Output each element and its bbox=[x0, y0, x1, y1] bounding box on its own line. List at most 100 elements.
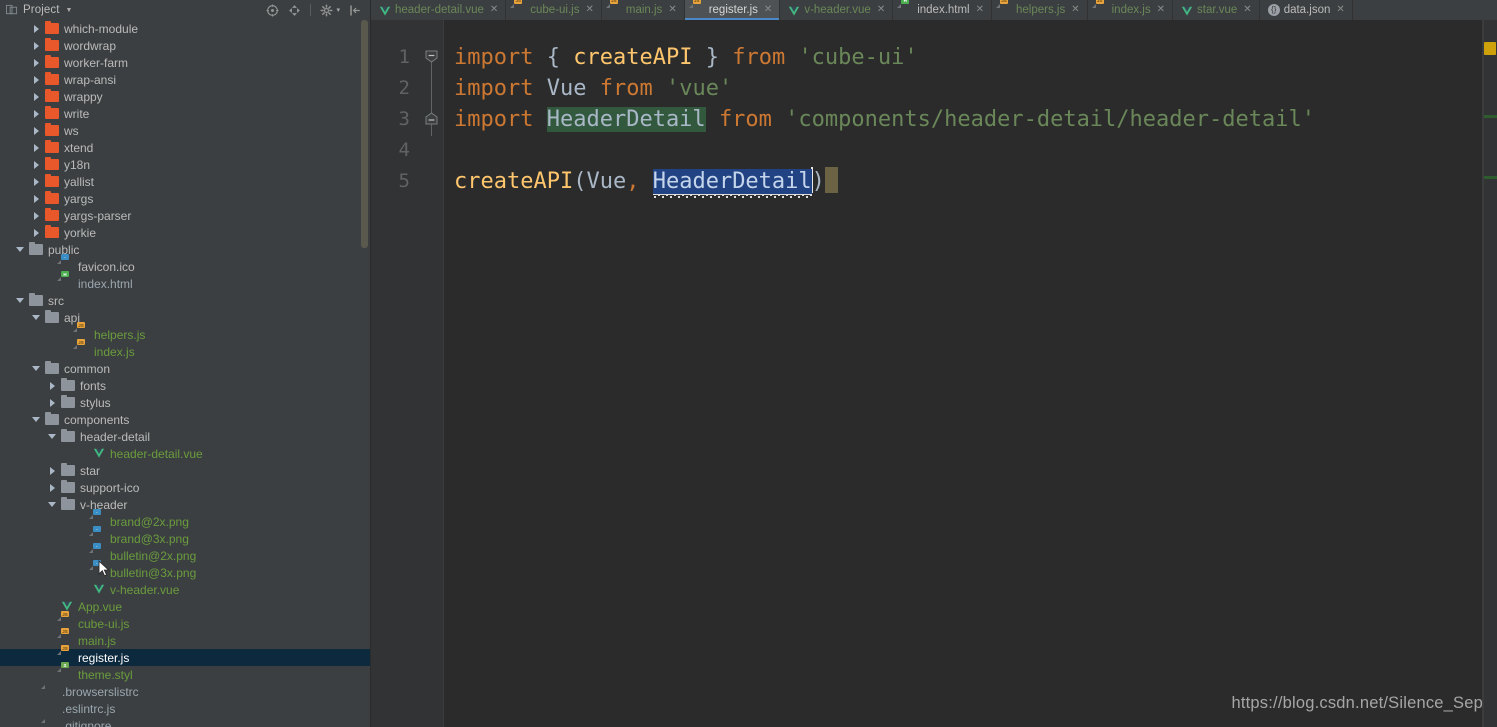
tree-row[interactable]: y18n bbox=[0, 156, 370, 173]
code-line[interactable]: createAPI(Vue, HeaderDetail) bbox=[444, 166, 1497, 198]
tab-close-icon[interactable]: ✕ bbox=[764, 5, 772, 15]
locate-icon[interactable] bbox=[266, 4, 279, 17]
chevron-right-icon[interactable] bbox=[32, 41, 41, 50]
chevron-down-icon[interactable] bbox=[48, 500, 57, 509]
chevron-right-icon[interactable] bbox=[32, 58, 41, 67]
tree-row[interactable]: write bbox=[0, 105, 370, 122]
tree-row[interactable]: xtend bbox=[0, 139, 370, 156]
tab-close-icon[interactable]: ✕ bbox=[1243, 5, 1251, 15]
tab-close-icon[interactable]: ✕ bbox=[668, 5, 676, 15]
tree-row[interactable]: v-header bbox=[0, 496, 370, 513]
tree-row[interactable]: wrap-ansi bbox=[0, 71, 370, 88]
change-marker[interactable] bbox=[1484, 115, 1497, 118]
chevron-right-icon[interactable] bbox=[48, 483, 57, 492]
tab-helpers-js[interactable]: JS helpers.js ✕ bbox=[992, 0, 1088, 20]
project-tree-panel[interactable]: which-module wordwrap worker-farm wrap-ansi… bbox=[0, 20, 371, 727]
tree-row[interactable]: yargs-parser bbox=[0, 207, 370, 224]
chevron-right-icon[interactable] bbox=[32, 75, 41, 84]
tree-row[interactable]: ·favicon.ico bbox=[0, 254, 370, 275]
tree-row[interactable]: JSregister.js bbox=[0, 645, 370, 666]
chevron-down-icon[interactable] bbox=[16, 245, 25, 254]
tab-close-icon[interactable]: ✕ bbox=[490, 5, 498, 15]
tree-row[interactable]: components bbox=[0, 411, 370, 428]
tree-row[interactable]: .eslintrc.js bbox=[0, 700, 370, 717]
code-line[interactable]: import { createAPI } from 'cube-ui' bbox=[444, 42, 1497, 73]
tree-row[interactable]: ·brand@3x.png bbox=[0, 526, 370, 547]
tree-row[interactable]: star bbox=[0, 462, 370, 479]
tree-row[interactable]: stylus bbox=[0, 394, 370, 411]
chevron-right-icon[interactable] bbox=[32, 126, 41, 135]
chevron-down-icon[interactable]: ▼ bbox=[66, 7, 73, 14]
editor-gutter[interactable]: 12345 bbox=[371, 20, 444, 727]
tab-close-icon[interactable]: ✕ bbox=[1157, 5, 1165, 15]
code-line[interactable]: import Vue from 'vue' bbox=[444, 73, 1497, 104]
gear-icon[interactable] bbox=[320, 3, 334, 17]
tab-v-header-vue[interactable]: v-header.vue ✕ bbox=[780, 0, 894, 20]
editor-marker-strip[interactable] bbox=[1483, 20, 1497, 727]
tree-row[interactable]: ·brand@2x.png bbox=[0, 509, 370, 530]
chevron-down-icon[interactable] bbox=[32, 364, 41, 373]
project-file-tree[interactable]: which-module wordwrap worker-farm wrap-ansi… bbox=[0, 20, 370, 727]
chevron-down-icon[interactable] bbox=[48, 432, 57, 441]
tab-index-js[interactable]: JSindex.js ✕ bbox=[1087, 0, 1174, 20]
tree-row[interactable]: header-detail bbox=[0, 428, 370, 445]
sidebar-scrollbar[interactable] bbox=[361, 20, 368, 727]
tree-row[interactable]: ws bbox=[0, 122, 370, 139]
tab-star-vue[interactable]: star.vue ✕ bbox=[1173, 0, 1260, 20]
tab-cube-ui-js[interactable]: JS cube-ui.js ✕ bbox=[506, 0, 602, 20]
tree-row[interactable]: yallist bbox=[0, 173, 370, 190]
tab-register-js[interactable]: JSregister.js ✕ bbox=[684, 0, 781, 20]
chevron-right-icon[interactable] bbox=[32, 109, 41, 118]
code-line[interactable]: import HeaderDetail from 'components/hea… bbox=[444, 104, 1497, 135]
tree-row[interactable]: common bbox=[0, 360, 370, 377]
chevron-right-icon[interactable] bbox=[32, 228, 41, 237]
tree-row[interactable]: ·bulletin@2x.png bbox=[0, 543, 370, 564]
chevron-right-icon[interactable] bbox=[32, 143, 41, 152]
tree-row[interactable]: public bbox=[0, 241, 370, 258]
tab-close-icon[interactable]: ✕ bbox=[585, 5, 593, 15]
sidebar-scrollbar-thumb[interactable] bbox=[361, 20, 368, 248]
tab-close-icon[interactable]: ✕ bbox=[976, 5, 984, 15]
tree-row[interactable]: .browserslistrc bbox=[0, 683, 370, 700]
tree-row[interactable]: worker-farm bbox=[0, 54, 370, 71]
code-text-area[interactable]: import { createAPI } from 'cube-ui' impor… bbox=[444, 20, 1497, 727]
tab-data-json[interactable]: {} data.json ✕ bbox=[1259, 0, 1353, 20]
code-editor[interactable]: 12345 import { createAPI } from 'cube-ui… bbox=[371, 20, 1497, 727]
chevron-right-icon[interactable] bbox=[32, 211, 41, 220]
tree-row[interactable]: yargs bbox=[0, 190, 370, 207]
chevron-right-icon[interactable] bbox=[48, 466, 57, 475]
tab-main-js[interactable]: JSmain.js ✕ bbox=[601, 0, 685, 20]
chevron-down-icon[interactable] bbox=[16, 296, 25, 305]
chevron-right-icon[interactable] bbox=[32, 160, 41, 169]
chevron-right-icon[interactable] bbox=[32, 92, 41, 101]
gear-chevron-icon[interactable]: ▾ bbox=[336, 6, 340, 14]
chevron-right-icon[interactable] bbox=[48, 398, 57, 407]
tree-row[interactable]: Hindex.html bbox=[0, 271, 370, 292]
tree-row[interactable]: wordwrap bbox=[0, 37, 370, 54]
chevron-right-icon[interactable] bbox=[32, 24, 41, 33]
tab-close-icon[interactable]: ✕ bbox=[1336, 5, 1344, 15]
tree-row[interactable]: support-ico bbox=[0, 479, 370, 496]
tab-header-detail-vue[interactable]: header-detail.vue ✕ bbox=[371, 0, 507, 20]
fold-marker-line1[interactable] bbox=[425, 50, 438, 63]
expand-collapse-icon[interactable] bbox=[288, 4, 301, 17]
tree-row[interactable]: JShelpers.js bbox=[0, 322, 370, 343]
chevron-down-icon[interactable] bbox=[32, 415, 41, 424]
tab-close-icon[interactable]: ✕ bbox=[877, 5, 885, 15]
fold-marker-line3[interactable] bbox=[425, 112, 438, 125]
collapse-panel-icon[interactable] bbox=[349, 4, 362, 17]
tree-row[interactable]: header-detail.vue bbox=[0, 445, 370, 462]
tree-row[interactable]: JS index.js bbox=[0, 339, 370, 360]
tab-index-html[interactable]: Hindex.html ✕ bbox=[893, 0, 993, 20]
tree-row[interactable]: .gitignore bbox=[0, 717, 370, 727]
code-line[interactable] bbox=[444, 135, 1497, 166]
tab-close-icon[interactable]: ✕ bbox=[1071, 5, 1079, 15]
tree-row[interactable]: v-header.vue bbox=[0, 581, 370, 598]
tree-row[interactable]: wrappy bbox=[0, 88, 370, 105]
tree-row[interactable]: which-module bbox=[0, 20, 370, 37]
chevron-right-icon[interactable] bbox=[32, 194, 41, 203]
tree-row[interactable]: Stheme.styl bbox=[0, 662, 370, 683]
tree-row[interactable]: JSmain.js bbox=[0, 628, 370, 649]
chevron-right-icon[interactable] bbox=[32, 177, 41, 186]
chevron-down-icon[interactable] bbox=[32, 313, 41, 322]
